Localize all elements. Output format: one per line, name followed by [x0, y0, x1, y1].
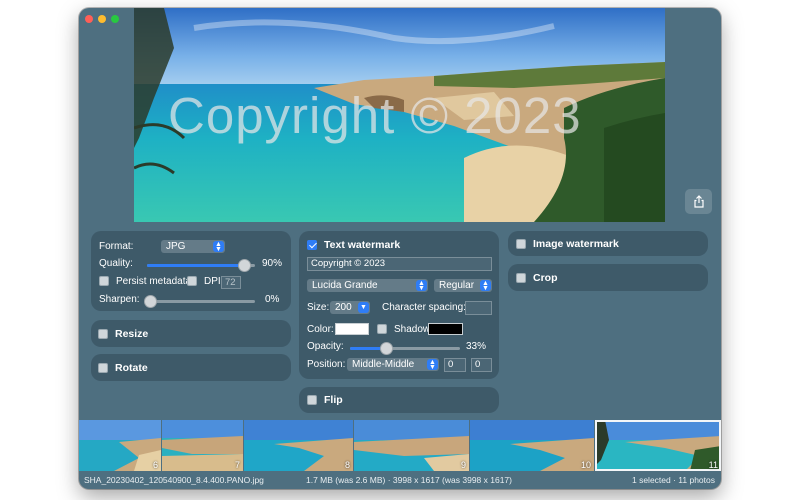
crop-checkbox[interactable]	[516, 273, 526, 283]
quality-slider-knob[interactable]	[238, 259, 252, 272]
quality-slider-fill	[147, 264, 245, 267]
position-label: Position:	[307, 359, 346, 370]
thumbnail-image	[595, 420, 721, 471]
font-select[interactable]: Lucida Grande ▲ ▼	[307, 279, 428, 292]
share-button[interactable]	[685, 189, 712, 214]
persist-metadata-checkbox[interactable]: Persist metadata	[99, 276, 191, 287]
offset-x-input[interactable]: 0	[444, 358, 466, 372]
minimize-window-button[interactable]	[98, 15, 106, 23]
resize-checkbox[interactable]	[98, 329, 108, 339]
text-watermark-label: Text watermark	[324, 239, 401, 251]
image-watermark-panel[interactable]: Image watermark	[508, 231, 708, 256]
text-watermark-panel: Text watermark Copyright © 2023 Lucida G…	[299, 231, 499, 379]
shadow-checkbox-box[interactable]	[377, 324, 387, 335]
image-watermark-checkbox[interactable]	[516, 239, 526, 249]
format-select[interactable]: JPG ▲ ▼	[161, 240, 225, 253]
thumbnail-image	[244, 420, 353, 471]
flip-label: Flip	[324, 394, 343, 406]
shadow-color-swatch[interactable]	[428, 323, 463, 335]
text-color-swatch[interactable]	[335, 323, 369, 335]
format-select-value: JPG	[166, 241, 186, 252]
character-spacing-label: Character spacing:	[382, 302, 466, 313]
chevron-down-icon: ▼	[358, 302, 369, 313]
flip-panel[interactable]: Flip	[299, 387, 499, 413]
thumbnail-number: 7	[234, 460, 240, 470]
offset-y-input[interactable]: 0	[471, 358, 492, 372]
flip-checkbox[interactable]	[307, 395, 317, 405]
quality-value: 90%	[262, 258, 283, 269]
format-panel: Format: JPG ▲ ▼ Quality: 90% Persist meta…	[91, 231, 291, 311]
font-select-value: Lucida Grande	[312, 280, 378, 291]
chevron-updown-icon: ▲ ▼	[213, 241, 224, 253]
opacity-value: 33%	[466, 341, 487, 352]
persist-metadata-checkbox-box[interactable]	[99, 276, 109, 287]
thumbnail-image	[79, 420, 161, 471]
sharpen-slider-knob[interactable]	[144, 295, 157, 308]
format-label: Format:	[99, 241, 134, 252]
chevron-updown-icon: ▲ ▼	[427, 359, 438, 371]
quality-slider[interactable]	[147, 259, 255, 272]
image-preview: Copyright © 2023	[134, 8, 665, 222]
thumbnail-number: 11	[708, 460, 718, 470]
chevron-updown-icon: ▲ ▼	[416, 280, 427, 292]
sharpen-label: Sharpen:	[99, 294, 140, 305]
font-style-select[interactable]: Regular ▲ ▼	[434, 279, 492, 292]
crop-label: Crop	[533, 272, 558, 284]
font-style-select-value: Regular	[439, 280, 475, 291]
chevron-updown-icon: ▲ ▼	[480, 280, 491, 292]
thumbnail-number: 8	[344, 460, 350, 470]
position-select[interactable]: Middle-Middle ▲ ▼	[347, 358, 439, 371]
thumbnail-7[interactable]: 7	[162, 420, 243, 471]
rotate-panel[interactable]: Rotate	[91, 354, 291, 381]
size-select[interactable]: 200 ▼	[330, 301, 370, 314]
thumbnail-image	[470, 420, 594, 471]
thumbnail-11[interactable]: 11	[595, 420, 721, 471]
rotate-checkbox[interactable]	[98, 363, 108, 373]
status-selection-info: 1 selected · 11 photos	[631, 475, 715, 485]
close-window-button[interactable]	[85, 15, 93, 23]
opacity-label: Opacity:	[307, 341, 344, 352]
size-select-value: 200	[335, 302, 352, 313]
opacity-slider-knob[interactable]	[380, 342, 394, 355]
status-size-info: 1.7 MB (was 2.6 MB) · 3998 x 1617 (was 3…	[306, 475, 512, 485]
image-watermark-label: Image watermark	[533, 238, 619, 250]
shadow-checkbox[interactable]: Shadow:	[377, 324, 433, 335]
zoom-window-button[interactable]	[111, 15, 119, 23]
dpi-label: DPI	[204, 276, 221, 287]
watermark-text-input[interactable]: Copyright © 2023	[307, 257, 492, 271]
size-label: Size:	[307, 302, 330, 313]
thumbnail-image	[354, 420, 469, 471]
thumbnail-6[interactable]: 6	[79, 420, 161, 471]
sharpen-slider[interactable]	[144, 295, 255, 308]
thumbnail-image	[162, 420, 243, 471]
color-label: Color:	[307, 324, 334, 335]
thumbnail-number: 10	[580, 460, 591, 470]
dpi-checkbox-box[interactable]	[187, 276, 197, 287]
resize-panel[interactable]: Resize	[91, 320, 291, 347]
thumbnail-number: 6	[152, 460, 158, 470]
persist-metadata-label: Persist metadata	[116, 276, 192, 287]
thumbnail-9[interactable]: 9	[354, 420, 469, 471]
opacity-slider[interactable]	[350, 342, 460, 355]
position-select-value: Middle-Middle	[352, 359, 415, 370]
dpi-checkbox[interactable]: DPI	[187, 276, 221, 287]
dpi-input[interactable]: 72	[221, 276, 241, 289]
watermark-overlay-text: Copyright © 2023	[168, 87, 582, 144]
sharpen-value: 0%	[265, 294, 280, 305]
text-watermark-checkbox[interactable]	[307, 240, 317, 250]
resize-label: Resize	[115, 328, 149, 340]
rotate-label: Rotate	[115, 362, 148, 374]
quality-label: Quality:	[99, 258, 133, 269]
thumbnail-8[interactable]: 8	[244, 420, 353, 471]
character-spacing-input[interactable]	[465, 301, 492, 315]
status-filename: SHA_20230402_120540900_8.4.400.PANO.jpg	[84, 475, 264, 485]
thumbnail-10[interactable]: 10	[470, 420, 594, 471]
crop-panel[interactable]: Crop	[508, 264, 708, 291]
thumbnail-number: 9	[460, 460, 466, 470]
share-icon	[693, 195, 704, 208]
app-window: Copyright © 2023 Format: JPG ▲ ▼ Quality:…	[79, 8, 721, 489]
